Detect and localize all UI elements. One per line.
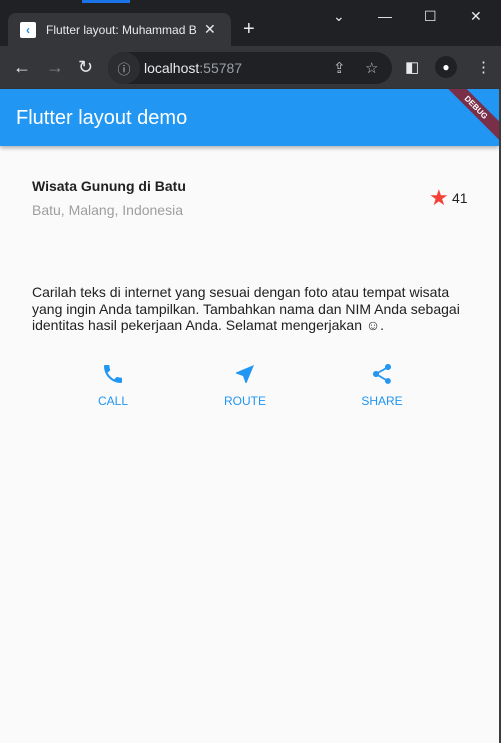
route-label: ROUTE — [224, 394, 266, 408]
share-label: SHARE — [361, 394, 403, 408]
app-bar: Flutter layout demo DEBUG — [0, 89, 499, 146]
flutter-favicon-icon: ‹ — [20, 21, 36, 38]
browser-toolbar: ← → ↻ ⓘ localhost:55787 ⇪ ☆ ◧ ● ⋮ — [0, 46, 501, 89]
tab-title: Flutter layout: Muhammad Bi — [46, 22, 196, 37]
bookmark-star-icon[interactable]: ☆ — [365, 59, 378, 77]
browser-tab[interactable]: ‹ Flutter layout: Muhammad Bi ✕ — [8, 13, 231, 46]
new-tab-icon[interactable]: + — [243, 18, 255, 41]
url-text: localhost:55787 — [144, 60, 243, 76]
place-title: Wisata Gunung di Batu — [32, 178, 186, 194]
address-bar[interactable]: ⓘ localhost:55787 ⇪ ☆ — [108, 52, 392, 84]
back-icon[interactable]: ← — [13, 57, 31, 77]
browser-titlebar: ‹ Flutter layout: Muhammad Bi ✕ + ⌄ — ☐ … — [0, 0, 501, 46]
star-icon: ★ — [429, 185, 449, 210]
phone-icon — [104, 365, 122, 383]
call-button[interactable]: CALL — [73, 362, 153, 408]
menu-icon[interactable]: ⋮ — [476, 58, 491, 76]
route-button[interactable]: ROUTE — [205, 362, 285, 408]
minimize-icon[interactable]: — — [378, 8, 392, 24]
share-button[interactable]: SHARE — [342, 362, 422, 408]
reload-icon[interactable]: ↻ — [78, 57, 93, 77]
navigation-icon — [236, 365, 254, 383]
site-info-icon[interactable]: ⓘ — [108, 52, 140, 84]
tab-indicator — [82, 0, 130, 3]
share-icon — [373, 364, 391, 384]
rating-count: 41 — [452, 190, 468, 206]
place-location: Batu, Malang, Indonesia — [32, 202, 183, 218]
close-tab-icon[interactable]: ✕ — [204, 21, 216, 38]
share-page-icon[interactable]: ⇪ — [333, 59, 346, 77]
side-panel-icon[interactable]: ◧ — [405, 58, 419, 76]
maximize-icon[interactable]: ☐ — [424, 8, 437, 25]
debug-banner: DEBUG — [439, 89, 499, 144]
close-window-icon[interactable]: ✕ — [470, 8, 482, 25]
forward-icon[interactable]: → — [46, 57, 64, 77]
description-text: Carilah teks di internet yang sesuai den… — [32, 284, 460, 333]
profile-avatar-icon[interactable]: ● — [435, 56, 457, 78]
call-label: CALL — [97, 394, 129, 408]
tab-search-icon[interactable]: ⌄ — [333, 8, 345, 25]
page-title: Flutter layout demo — [16, 107, 188, 129]
